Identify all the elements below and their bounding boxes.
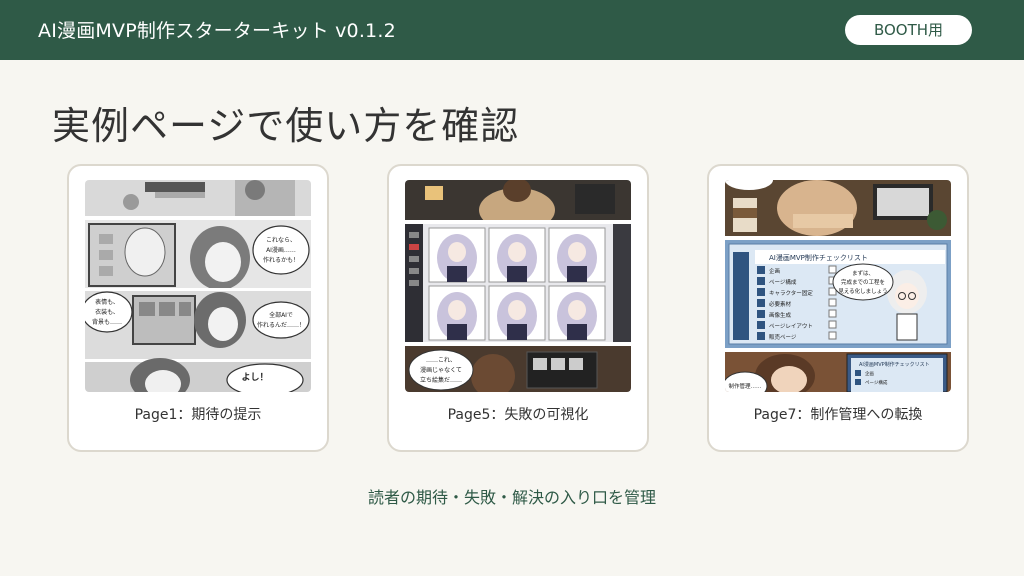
page5-thumbnail: ……これ、 漫画じゃなくて 立ち絵集だ…… xyxy=(405,180,631,392)
bubble-text: これなら、 xyxy=(266,237,296,244)
bubble-text: 衣装も、 xyxy=(95,308,119,316)
example-card-page5[interactable]: ……これ、 漫画じゃなくて 立ち絵集だ…… Page5：失敗の可視化 xyxy=(387,164,649,452)
bubble-text: AI漫画…… xyxy=(266,246,296,254)
checklist-item: ページレイアウト xyxy=(769,322,813,330)
bubble-text: 作れるんだ……！ xyxy=(257,321,305,329)
bubble-text: 制作管理…… xyxy=(728,382,761,390)
mini-checklist-title: AI漫画MVP制作チェックリスト xyxy=(859,361,930,368)
card-caption: Page1：期待の提示 xyxy=(134,407,262,423)
checklist-item: キャラクター固定 xyxy=(769,289,813,297)
header-bar: AI漫画MVP制作スターターキット v0.1.2 BOOTH用 xyxy=(0,0,1024,60)
app-title: AI漫画MVP制作スターターキット v0.1.2 xyxy=(38,20,396,42)
bubble-text: 作れるかも！ xyxy=(263,256,299,264)
mini-checklist-item: 企画 xyxy=(865,370,874,377)
bubble-text: 表情も、 xyxy=(95,298,119,306)
page1-manga-image: これなら、 AI漫画…… 作れるかも！ 表情も、 衣装も、 背景も…… 全部AI… xyxy=(85,180,311,392)
bubble-text: 見える化しましょう xyxy=(838,287,887,295)
bubble-text: 背景も…… xyxy=(92,318,122,326)
bubble-text: よし！ xyxy=(241,372,268,383)
example-card-page7[interactable]: AI漫画MVP制作チェックリスト 企画 ページ構成 キャラクター固定 必要素材 … xyxy=(707,164,969,452)
checklist-item: 画像生成 xyxy=(769,311,792,319)
page1-thumbnail: これなら、 AI漫画…… 作れるかも！ 表情も、 衣装も、 背景も…… 全部AI… xyxy=(85,180,311,392)
footer-note: 読者の期待・失敗・解決の入り口を管理 xyxy=(367,488,656,507)
page-title: 実例ページで使い方を確認 xyxy=(52,104,520,148)
checklist-item: 企画 xyxy=(769,267,780,275)
example-card-page1[interactable]: これなら、 AI漫画…… 作れるかも！ 表情も、 衣装も、 背景も…… 全部AI… xyxy=(67,164,329,452)
checklist-item: 必要素材 xyxy=(769,300,792,308)
bubble-text: まずは、 xyxy=(852,269,874,277)
bubble-text: 完成までの工程を xyxy=(841,278,885,286)
page7-manga-image: AI漫画MVP制作チェックリスト 企画 ページ構成 キャラクター固定 必要素材 … xyxy=(725,180,951,392)
checklist-item: ページ構成 xyxy=(769,278,797,286)
page5-manga-image: ……これ、 漫画じゃなくて 立ち絵集だ…… xyxy=(405,180,631,392)
checklist-item: 販売ページ xyxy=(769,333,797,341)
bubble-text: 立ち絵集だ…… xyxy=(420,376,462,384)
checklist-title: AI漫画MVP制作チェックリスト xyxy=(769,253,868,262)
mini-checklist-item: ページ構成 xyxy=(865,379,888,386)
booth-badge: BOOTH用 xyxy=(845,15,972,45)
bubble-text: 全部AIで xyxy=(269,311,293,319)
page7-thumbnail: AI漫画MVP制作チェックリスト 企画 ページ構成 キャラクター固定 必要素材 … xyxy=(725,180,951,392)
card-caption: Page7：制作管理への転換 xyxy=(753,407,923,423)
card-caption: Page5：失敗の可視化 xyxy=(447,407,589,423)
bubble-text: ……これ、 xyxy=(426,357,456,364)
bubble-text: 漫画じゃなくて xyxy=(420,366,462,374)
